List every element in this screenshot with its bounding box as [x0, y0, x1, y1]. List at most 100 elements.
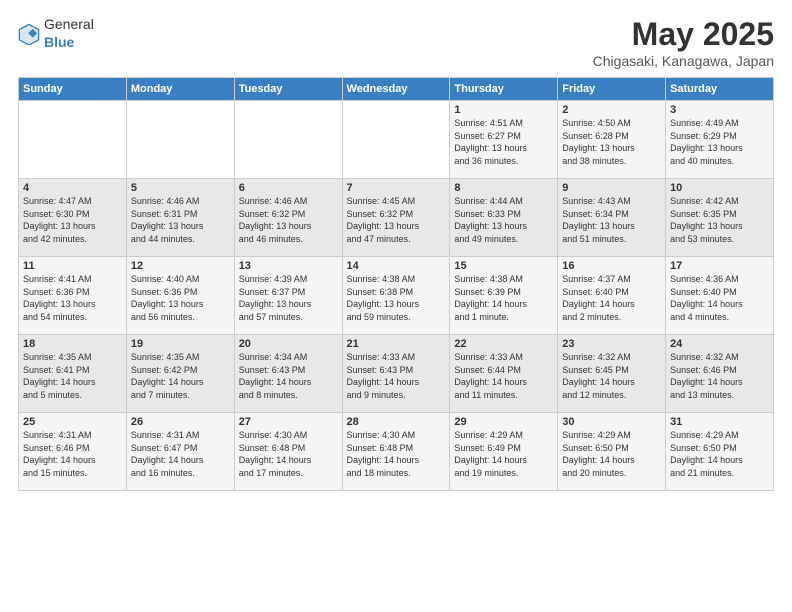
day-info: Sunrise: 4:32 AM Sunset: 6:45 PM Dayligh…	[562, 351, 661, 401]
logo: General Blue	[18, 16, 94, 52]
day-number: 22	[454, 338, 553, 350]
day-info: Sunrise: 4:34 AM Sunset: 6:43 PM Dayligh…	[239, 351, 338, 401]
main-container: General Blue May 2025 Chigasaki, Kanagaw…	[0, 0, 792, 612]
week-row-5: 25Sunrise: 4:31 AM Sunset: 6:46 PM Dayli…	[19, 413, 774, 491]
day-header-tuesday: Tuesday	[234, 78, 342, 101]
day-number: 10	[670, 182, 769, 194]
day-number: 5	[131, 182, 230, 194]
day-number: 3	[670, 104, 769, 116]
calendar-header: SundayMondayTuesdayWednesdayThursdayFrid…	[19, 78, 774, 101]
day-cell: 18Sunrise: 4:35 AM Sunset: 6:41 PM Dayli…	[19, 335, 127, 413]
day-number: 13	[239, 260, 338, 272]
day-cell: 30Sunrise: 4:29 AM Sunset: 6:50 PM Dayli…	[558, 413, 666, 491]
day-cell: 25Sunrise: 4:31 AM Sunset: 6:46 PM Dayli…	[19, 413, 127, 491]
day-number: 9	[562, 182, 661, 194]
day-info: Sunrise: 4:51 AM Sunset: 6:27 PM Dayligh…	[454, 117, 553, 167]
day-number: 8	[454, 182, 553, 194]
day-cell	[234, 101, 342, 179]
day-cell: 4Sunrise: 4:47 AM Sunset: 6:30 PM Daylig…	[19, 179, 127, 257]
day-info: Sunrise: 4:39 AM Sunset: 6:37 PM Dayligh…	[239, 273, 338, 323]
day-cell: 26Sunrise: 4:31 AM Sunset: 6:47 PM Dayli…	[126, 413, 234, 491]
day-header-friday: Friday	[558, 78, 666, 101]
day-cell: 5Sunrise: 4:46 AM Sunset: 6:31 PM Daylig…	[126, 179, 234, 257]
day-header-wednesday: Wednesday	[342, 78, 450, 101]
day-cell	[126, 101, 234, 179]
day-number: 20	[239, 338, 338, 350]
day-info: Sunrise: 4:31 AM Sunset: 6:47 PM Dayligh…	[131, 429, 230, 479]
day-info: Sunrise: 4:29 AM Sunset: 6:50 PM Dayligh…	[562, 429, 661, 479]
day-number: 23	[562, 338, 661, 350]
day-cell: 11Sunrise: 4:41 AM Sunset: 6:36 PM Dayli…	[19, 257, 127, 335]
day-info: Sunrise: 4:29 AM Sunset: 6:49 PM Dayligh…	[454, 429, 553, 479]
day-number: 27	[239, 416, 338, 428]
day-number: 4	[23, 182, 122, 194]
header: General Blue May 2025 Chigasaki, Kanagaw…	[18, 16, 774, 69]
day-info: Sunrise: 4:46 AM Sunset: 6:32 PM Dayligh…	[239, 195, 338, 245]
day-info: Sunrise: 4:35 AM Sunset: 6:42 PM Dayligh…	[131, 351, 230, 401]
day-cell: 15Sunrise: 4:38 AM Sunset: 6:39 PM Dayli…	[450, 257, 558, 335]
day-number: 24	[670, 338, 769, 350]
day-info: Sunrise: 4:50 AM Sunset: 6:28 PM Dayligh…	[562, 117, 661, 167]
day-cell: 17Sunrise: 4:36 AM Sunset: 6:40 PM Dayli…	[666, 257, 774, 335]
day-info: Sunrise: 4:29 AM Sunset: 6:50 PM Dayligh…	[670, 429, 769, 479]
day-cell: 8Sunrise: 4:44 AM Sunset: 6:33 PM Daylig…	[450, 179, 558, 257]
day-number: 17	[670, 260, 769, 272]
day-info: Sunrise: 4:35 AM Sunset: 6:41 PM Dayligh…	[23, 351, 122, 401]
day-info: Sunrise: 4:47 AM Sunset: 6:30 PM Dayligh…	[23, 195, 122, 245]
day-cell: 6Sunrise: 4:46 AM Sunset: 6:32 PM Daylig…	[234, 179, 342, 257]
title-section: May 2025 Chigasaki, Kanagawa, Japan	[593, 16, 774, 69]
day-cell: 27Sunrise: 4:30 AM Sunset: 6:48 PM Dayli…	[234, 413, 342, 491]
day-number: 29	[454, 416, 553, 428]
day-info: Sunrise: 4:33 AM Sunset: 6:43 PM Dayligh…	[347, 351, 446, 401]
day-header-saturday: Saturday	[666, 78, 774, 101]
day-cell: 22Sunrise: 4:33 AM Sunset: 6:44 PM Dayli…	[450, 335, 558, 413]
day-header-monday: Monday	[126, 78, 234, 101]
logo-icon	[18, 23, 40, 45]
logo-text: General Blue	[44, 16, 94, 52]
day-info: Sunrise: 4:49 AM Sunset: 6:29 PM Dayligh…	[670, 117, 769, 167]
day-info: Sunrise: 4:36 AM Sunset: 6:40 PM Dayligh…	[670, 273, 769, 323]
week-row-1: 1Sunrise: 4:51 AM Sunset: 6:27 PM Daylig…	[19, 101, 774, 179]
week-row-4: 18Sunrise: 4:35 AM Sunset: 6:41 PM Dayli…	[19, 335, 774, 413]
day-cell: 24Sunrise: 4:32 AM Sunset: 6:46 PM Dayli…	[666, 335, 774, 413]
week-row-2: 4Sunrise: 4:47 AM Sunset: 6:30 PM Daylig…	[19, 179, 774, 257]
day-cell: 16Sunrise: 4:37 AM Sunset: 6:40 PM Dayli…	[558, 257, 666, 335]
day-cell: 10Sunrise: 4:42 AM Sunset: 6:35 PM Dayli…	[666, 179, 774, 257]
day-info: Sunrise: 4:33 AM Sunset: 6:44 PM Dayligh…	[454, 351, 553, 401]
day-number: 11	[23, 260, 122, 272]
day-number: 6	[239, 182, 338, 194]
day-number: 31	[670, 416, 769, 428]
day-number: 19	[131, 338, 230, 350]
day-number: 30	[562, 416, 661, 428]
day-cell: 9Sunrise: 4:43 AM Sunset: 6:34 PM Daylig…	[558, 179, 666, 257]
day-number: 16	[562, 260, 661, 272]
month-title: May 2025	[593, 16, 774, 53]
day-info: Sunrise: 4:30 AM Sunset: 6:48 PM Dayligh…	[239, 429, 338, 479]
day-info: Sunrise: 4:40 AM Sunset: 6:36 PM Dayligh…	[131, 273, 230, 323]
day-cell: 20Sunrise: 4:34 AM Sunset: 6:43 PM Dayli…	[234, 335, 342, 413]
day-number: 21	[347, 338, 446, 350]
day-info: Sunrise: 4:44 AM Sunset: 6:33 PM Dayligh…	[454, 195, 553, 245]
day-info: Sunrise: 4:37 AM Sunset: 6:40 PM Dayligh…	[562, 273, 661, 323]
location-title: Chigasaki, Kanagawa, Japan	[593, 53, 774, 69]
day-info: Sunrise: 4:41 AM Sunset: 6:36 PM Dayligh…	[23, 273, 122, 323]
day-info: Sunrise: 4:45 AM Sunset: 6:32 PM Dayligh…	[347, 195, 446, 245]
calendar-table: SundayMondayTuesdayWednesdayThursdayFrid…	[18, 77, 774, 491]
logo-blue: Blue	[44, 34, 74, 50]
day-cell: 14Sunrise: 4:38 AM Sunset: 6:38 PM Dayli…	[342, 257, 450, 335]
calendar-body: 1Sunrise: 4:51 AM Sunset: 6:27 PM Daylig…	[19, 101, 774, 491]
day-cell: 7Sunrise: 4:45 AM Sunset: 6:32 PM Daylig…	[342, 179, 450, 257]
day-cell: 3Sunrise: 4:49 AM Sunset: 6:29 PM Daylig…	[666, 101, 774, 179]
header-row: SundayMondayTuesdayWednesdayThursdayFrid…	[19, 78, 774, 101]
day-cell: 29Sunrise: 4:29 AM Sunset: 6:49 PM Dayli…	[450, 413, 558, 491]
day-number: 14	[347, 260, 446, 272]
logo-general: General	[44, 16, 94, 32]
day-cell: 23Sunrise: 4:32 AM Sunset: 6:45 PM Dayli…	[558, 335, 666, 413]
day-header-sunday: Sunday	[19, 78, 127, 101]
day-number: 2	[562, 104, 661, 116]
day-cell: 21Sunrise: 4:33 AM Sunset: 6:43 PM Dayli…	[342, 335, 450, 413]
day-number: 28	[347, 416, 446, 428]
day-cell: 1Sunrise: 4:51 AM Sunset: 6:27 PM Daylig…	[450, 101, 558, 179]
day-info: Sunrise: 4:38 AM Sunset: 6:38 PM Dayligh…	[347, 273, 446, 323]
day-cell: 28Sunrise: 4:30 AM Sunset: 6:48 PM Dayli…	[342, 413, 450, 491]
